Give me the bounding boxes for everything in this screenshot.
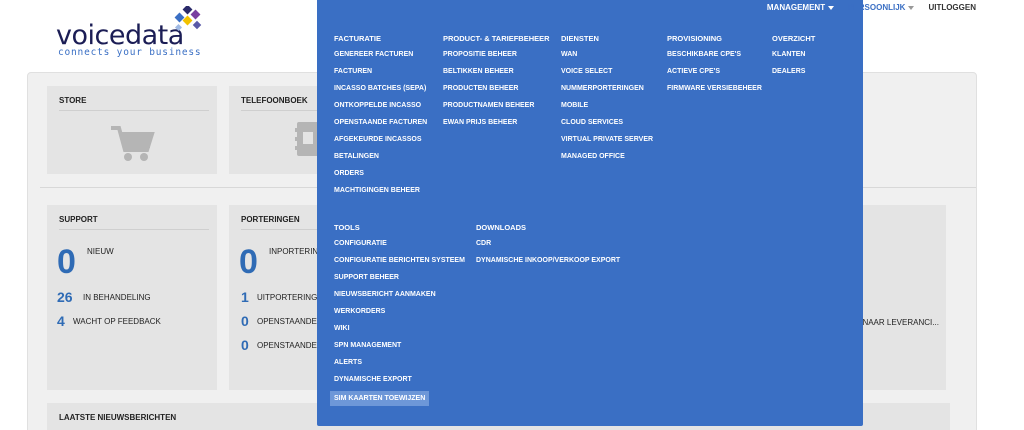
menu-item-afgekeurde-incassos[interactable]: AFGEKEURDE INCASSOS (334, 134, 427, 151)
menu-item-propositie-beheer[interactable]: PROPOSITIE BEHEER (443, 49, 550, 66)
management-menu-toggle[interactable]: MANAGEMENT (766, 3, 835, 12)
persoonlijk-label: PERSOONLIJK (848, 3, 906, 12)
logo-tagline: connects your business (58, 47, 202, 58)
menu-item-sim-kaarten-toewijzen[interactable]: SIM KAARTEN TOEWIJZEN (330, 391, 430, 406)
menu-item-betalingen[interactable]: BETALINGEN (334, 151, 427, 168)
support-nieuw-label: NIEUW (87, 247, 114, 256)
porteringen-inportering-count: 0 (239, 243, 258, 281)
menu-header-product: PRODUCT- & TARIEFBEHEER (443, 34, 550, 43)
support-feedback-count[interactable]: 4 (57, 313, 65, 329)
logo-cubes-icon (174, 6, 202, 32)
menu-item-configuratie-berichten[interactable]: CONFIGURATIE BERICHTEN SYSTEEM (334, 255, 465, 272)
menu-col-product: PRODUCT- & TARIEFBEHEER PROPOSITIE BEHEE… (443, 34, 550, 134)
support-feedback-label[interactable]: WACHT OP FEEDBACK (73, 317, 161, 326)
porteringen-title: PORTERINGEN (241, 215, 300, 224)
menu-header-tools: TOOLS (334, 223, 360, 232)
telefoonboek-title: TELEFOONBOEK (241, 96, 308, 105)
menu-item-ontkoppelde-incasso[interactable]: ONTKOPPELDE INCASSO (334, 100, 427, 117)
menu-item-beltikken-beheer[interactable]: BELTIKKEN BEHEER (443, 66, 550, 83)
store-card[interactable]: STORE (47, 86, 217, 174)
phonebook-icon (295, 122, 319, 156)
menu-header-diensten: DIENSTEN (561, 34, 599, 43)
menu-item-spn-management[interactable]: SPN MANAGEMENT (334, 340, 465, 357)
menu-item-firmware-versiebeheer[interactable]: FIRMWARE VERSIEBEHEER (667, 83, 762, 100)
store-title: STORE (59, 96, 87, 105)
menu-item-dynamische-export[interactable]: DYNAMISCHE EXPORT (334, 374, 465, 391)
menu-item-alerts[interactable]: ALERTS (334, 357, 465, 374)
uitloggen-link[interactable]: UITLOGGEN (928, 3, 976, 12)
menu-item-werkorders[interactable]: WERKORDERS (334, 306, 465, 323)
menu-item-beschikbare-cpes[interactable]: BESCHIKBARE CPE'S (667, 49, 762, 66)
porteringen-open2-count[interactable]: 0 (241, 337, 249, 353)
menu-item-cdr[interactable]: CDR (476, 238, 620, 255)
menu-col-tools: TOOLS CONFIGURATIE CONFIGURATIE BERICHTE… (330, 223, 465, 408)
menu-col-facturatie: FACTURATIE GENEREER FACTUREN FACTUREN IN… (334, 34, 427, 202)
menu-item-productnamen-beheer[interactable]: PRODUCTNAMEN BEHEER (443, 100, 550, 117)
top-navigation: MANAGEMENT PERSOONLIJK UITLOGGEN (767, 3, 976, 12)
menu-item-machtigingen-beheer[interactable]: MACHTIGINGEN BEHEER (334, 185, 427, 202)
menu-item-incasso-batches[interactable]: INCASSO BATCHES (SEPA) (334, 83, 427, 100)
menu-item-genereer-facturen[interactable]: GENEREER FACTUREN (334, 49, 427, 66)
menu-item-orders[interactable]: ORDERS (334, 168, 427, 185)
shopping-cart-icon (111, 126, 155, 161)
support-nieuw-count: 0 (57, 243, 76, 281)
chevron-down-icon (828, 5, 835, 10)
menu-item-openstaande-facturen[interactable]: OPENSTAANDE FACTUREN (334, 117, 427, 134)
menu-item-facturen[interactable]: FACTUREN (334, 66, 427, 83)
menu-item-configuratie[interactable]: CONFIGURATIE (334, 238, 465, 255)
menu-item-voice-select[interactable]: VOICE SELECT (561, 66, 653, 83)
management-label: MANAGEMENT (766, 3, 826, 12)
menu-item-cloud-services[interactable]: CLOUD SERVICES (561, 117, 653, 134)
menu-item-virtual-private-server[interactable]: VIRTUAL PRIVATE SERVER (561, 134, 653, 151)
menu-col-overzicht: OVERZICHT KLANTEN DEALERS (772, 34, 815, 83)
menu-item-dealers[interactable]: DEALERS (772, 66, 815, 83)
menu-header-provisioning: PROVISIONING (667, 34, 723, 43)
menu-item-ewan-prijs-beheer[interactable]: EWAN PRIJS BEHEER (443, 117, 550, 134)
porteringen-open1-label[interactable]: OPENSTAANDE A (257, 317, 324, 326)
support-divider (59, 229, 209, 230)
menu-item-klanten[interactable]: KLANTEN (772, 49, 815, 66)
store-divider (59, 110, 209, 111)
support-title: SUPPORT (59, 215, 98, 224)
menu-item-actieve-cpes[interactable]: ACTIEVE CPE'S (667, 66, 762, 83)
chevron-down-icon (908, 5, 915, 10)
menu-item-managed-office[interactable]: MANAGED OFFICE (561, 151, 653, 168)
menu-col-diensten: DIENSTEN WAN VOICE SELECT NUMMERPORTERIN… (561, 34, 653, 168)
menu-header-downloads: DOWNLOADS (476, 223, 526, 232)
menu-item-wiki[interactable]: WIKI (334, 323, 465, 340)
menu-item-mobile[interactable]: MOBILE (561, 100, 653, 117)
menu-item-wan[interactable]: WAN (561, 49, 653, 66)
news-title: LAATSTE NIEUWSBERICHTEN (59, 413, 177, 422)
menu-header-facturatie: FACTURATIE (334, 34, 381, 43)
management-dropdown: FACTURATIE GENEREER FACTUREN FACTUREN IN… (317, 0, 863, 426)
voicedata-logo[interactable]: voicedata connects your business (56, 6, 206, 58)
support-behandeling-count[interactable]: 26 (57, 289, 73, 305)
support-card[interactable]: SUPPORT 0 NIEUW 26 IN BEHANDELING 4 WACH… (47, 205, 217, 390)
menu-item-support-beheer[interactable]: SUPPORT BEHEER (334, 272, 465, 289)
porteringen-open1-count[interactable]: 0 (241, 313, 249, 329)
page: voicedata connects your business STORE T… (0, 0, 1024, 430)
menu-item-nummerporteringen[interactable]: NUMMERPORTERINGEN (561, 83, 653, 100)
persoonlijk-menu-toggle[interactable]: PERSOONLIJK (848, 3, 915, 12)
leverancier-label[interactable]: O NAAR LEVERANCI... (854, 318, 939, 327)
porteringen-uit-count[interactable]: 1 (241, 289, 249, 305)
porteringen-open2-label[interactable]: OPENSTAANDE D (257, 341, 325, 350)
menu-item-dynamische-inkoop-verkoop-export[interactable]: DYNAMISCHE INKOOP/VERKOOP EXPORT (476, 255, 620, 272)
menu-item-producten-beheer[interactable]: PRODUCTEN BEHEER (443, 83, 550, 100)
menu-col-downloads: DOWNLOADS CDR DYNAMISCHE INKOOP/VERKOOP … (476, 223, 620, 272)
support-behandeling-label[interactable]: IN BEHANDELING (83, 293, 151, 302)
menu-header-overzicht: OVERZICHT (772, 34, 816, 43)
menu-col-provisioning: PROVISIONING BESCHIKBARE CPE'S ACTIEVE C… (667, 34, 762, 100)
menu-item-nieuwsbericht-aanmaken[interactable]: NIEUWSBERICHT AANMAKEN (334, 289, 465, 306)
